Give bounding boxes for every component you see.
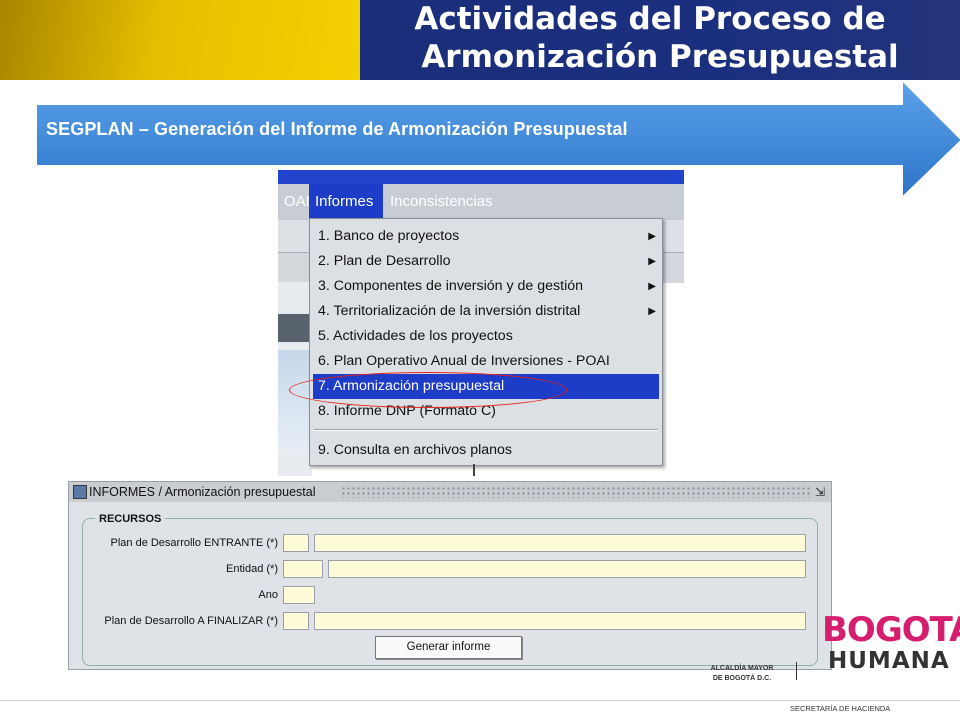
banner-text: SEGPLAN – Generación del Informe de Armo…: [46, 119, 628, 139]
informes-dropdown: 1. Banco de proyectos ▶ 2. Plan de Desarr…: [309, 218, 663, 466]
dropdown-item-componentes[interactable]: 3. Componentes de inversión y de gestión…: [310, 274, 662, 299]
entidad-description-input[interactable]: [328, 560, 806, 578]
ano-input[interactable]: [283, 586, 315, 604]
form-window-title: INFORMES / Armonización presupuestal: [89, 485, 316, 499]
dropdown-item-actividades[interactable]: 5. Actividades de los proyectos: [310, 324, 662, 349]
dropdown-item-plan-desarrollo[interactable]: 2. Plan de Desarrollo ▶: [310, 249, 662, 274]
submenu-arrow-icon: ▶: [648, 281, 656, 292]
label-plan-finalizar: Plan de Desarrollo A FINALIZAR (*): [104, 615, 278, 627]
alcaldia-line2: DE BOGOTÁ D.C.: [712, 675, 772, 682]
label-ano: Ano: [258, 589, 278, 601]
dropdown-item-banco[interactable]: 1. Banco de proyectos ▶: [310, 224, 662, 249]
generar-informe-button[interactable]: Generar informe: [375, 636, 522, 659]
plan-finalizar-code-input[interactable]: [283, 612, 309, 630]
highlight-ellipse: [289, 372, 567, 408]
footer-text: SECRETARÍA DE HACIENDA: [790, 704, 891, 713]
header-gold-band: [0, 0, 360, 80]
entidad-code-input[interactable]: [283, 560, 323, 578]
dropdown-item-consulta[interactable]: 9. Consulta en archivos planos: [310, 438, 662, 463]
page-title-line2: Armonización Presupuestal: [421, 39, 899, 75]
maximize-icon[interactable]: ⇲: [815, 482, 825, 502]
window-icon: [73, 485, 87, 499]
menu-item-inconsistencias[interactable]: Inconsistencias: [384, 184, 499, 220]
bogota-logo: BOGOTÁ: [822, 610, 960, 650]
submenu-arrow-icon: ▶: [648, 306, 656, 317]
connector-tick: [473, 464, 475, 476]
plan-finalizar-description-input[interactable]: [314, 612, 806, 630]
background-dark-band: [278, 314, 312, 342]
plan-entrante-description-input[interactable]: [314, 534, 806, 552]
label-plan-entrante: Plan de Desarrollo ENTRANTE (*): [110, 537, 279, 549]
form-titlebar[interactable]: INFORMES / Armonización presupuestal ⇲: [69, 482, 831, 502]
armonizacion-form-window: INFORMES / Armonización presupuestal ⇲ R…: [68, 481, 832, 670]
logo-divider: [796, 662, 797, 680]
page-title-line1: Actividades del Proceso de: [414, 1, 886, 37]
submenu-arrow-icon: ▶: [648, 231, 656, 242]
dropdown-separator: [314, 429, 658, 431]
menu-item-informes[interactable]: Informes: [309, 184, 383, 220]
plan-entrante-code-input[interactable]: [283, 534, 309, 552]
submenu-arrow-icon: ▶: [648, 256, 656, 267]
recursos-group-label: RECURSOS: [95, 513, 166, 525]
window-caption: [278, 170, 684, 184]
footer-divider: [0, 700, 960, 701]
dropdown-item-poai[interactable]: 6. Plan Operativo Anual de Inversiones -…: [310, 349, 662, 374]
background-blue-band: [278, 350, 312, 450]
dropdown-item-territorializacion[interactable]: 4. Territorialización de la inversión di…: [310, 299, 662, 324]
alcaldia-text: ALCALDÍA MAYOR DE BOGOTÁ D.C.: [692, 664, 792, 684]
alcaldia-line1: ALCALDÍA MAYOR: [710, 665, 774, 672]
page-title: Actividades del Proceso de Armonización …: [360, 0, 960, 76]
humana-logo: HUMANA: [828, 648, 950, 674]
label-entidad: Entidad (*): [226, 563, 278, 575]
titlebar-grip: [341, 486, 811, 498]
